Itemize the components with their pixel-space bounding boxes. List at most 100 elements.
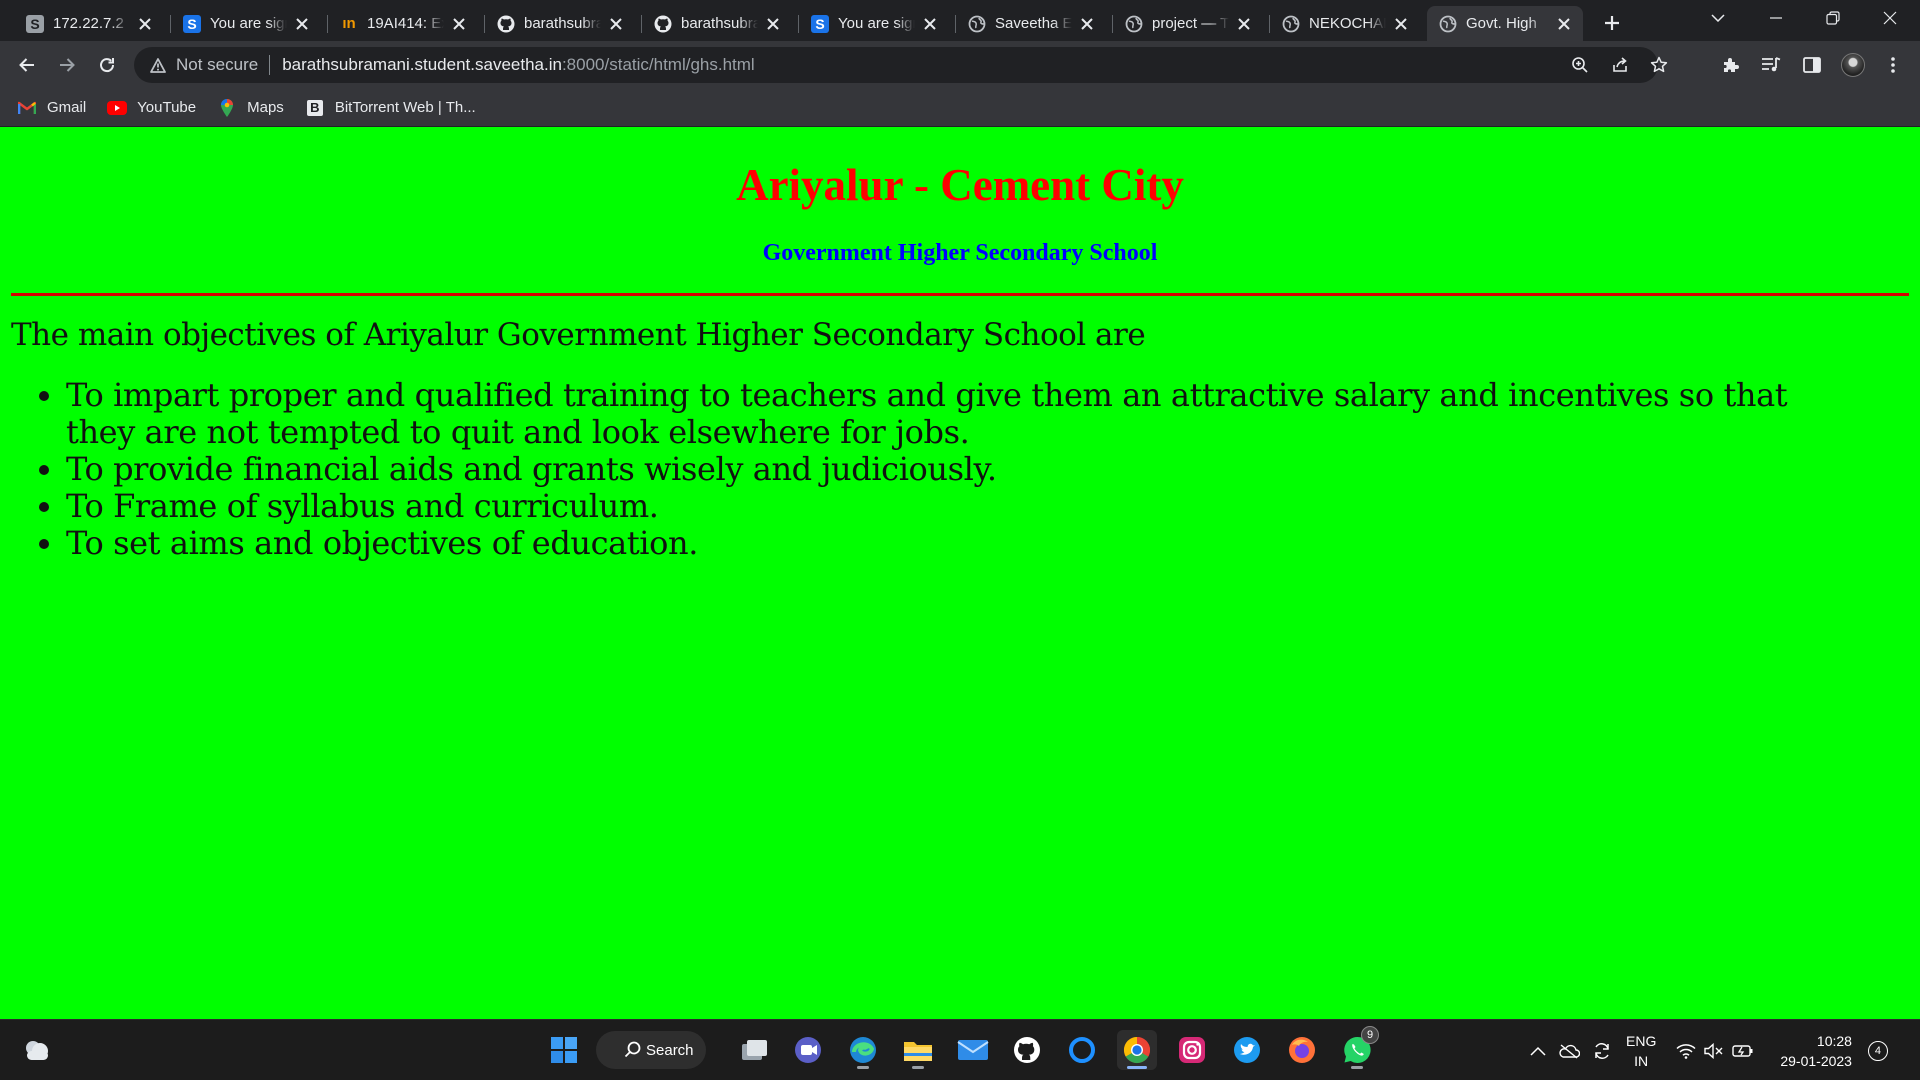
tab-1[interactable]: S 172.22.7.2	[14, 6, 164, 41]
bittorrent-icon: B	[305, 98, 325, 118]
teams-icon	[795, 1037, 821, 1063]
close-icon[interactable]	[1392, 15, 1410, 33]
github-icon	[497, 15, 515, 33]
horizontal-rule	[11, 293, 1909, 296]
cloud-icon	[26, 1041, 48, 1060]
github-desktop-app[interactable]	[1007, 1030, 1047, 1070]
tab-9[interactable]: NEKOCHAN	[1270, 6, 1420, 41]
close-window-button[interactable]	[1862, 0, 1918, 36]
new-tab-button[interactable]	[1598, 9, 1626, 37]
back-button[interactable]	[12, 50, 42, 80]
notification-badge: 9	[1361, 1026, 1379, 1044]
side-panel-button[interactable]	[1797, 50, 1827, 80]
youtube-icon	[107, 98, 128, 118]
share-icon	[1613, 57, 1627, 72]
tab-active[interactable]: Govt. High	[1427, 6, 1583, 41]
tab-6[interactable]: S You are signed in	[799, 6, 949, 41]
close-icon[interactable]	[293, 15, 311, 33]
url-text[interactable]: barathsubramani.student.saveetha.in:8000…	[282, 55, 755, 75]
close-icon[interactable]	[1235, 15, 1253, 33]
weather-widget[interactable]	[16, 1030, 56, 1070]
tab-4[interactable]: barathsubramani	[485, 6, 635, 41]
volume-muted-icon[interactable]	[1704, 1042, 1724, 1059]
wifi-icon[interactable]	[1676, 1043, 1696, 1059]
firefox-app[interactable]	[1282, 1030, 1322, 1070]
bookmark-label: BitTorrent Web | Th...	[334, 99, 476, 116]
globe-icon	[968, 15, 986, 33]
bookmark-gmail[interactable]: Gmail	[17, 98, 86, 118]
globe-icon	[1282, 15, 1300, 33]
extensions-button[interactable]	[1716, 50, 1746, 80]
clock-time: 10:28	[1816, 1032, 1852, 1049]
cortana-app[interactable]	[1062, 1030, 1102, 1070]
close-icon[interactable]	[1078, 15, 1096, 33]
tab-7[interactable]: Saveetha Er	[956, 6, 1106, 41]
arrow-right-icon	[60, 58, 75, 72]
tab-8[interactable]: project — T	[1113, 6, 1263, 41]
close-icon[interactable]	[921, 15, 939, 33]
clock[interactable]: 10:28 29-01-2023	[1780, 1031, 1852, 1071]
zoom-button[interactable]	[1565, 50, 1595, 80]
mail-app[interactable]	[953, 1030, 993, 1070]
tab-5[interactable]: barathsubramani	[642, 6, 792, 41]
bookmark-star-button[interactable]	[1644, 50, 1674, 80]
address-bar[interactable]: Not secure barathsubramani.student.savee…	[134, 47, 1668, 83]
bookmark-maps[interactable]: Maps	[217, 98, 284, 118]
twitter-app[interactable]	[1227, 1030, 1267, 1070]
language-indicator[interactable]: ENG IN	[1626, 1031, 1656, 1071]
firefox-icon	[1289, 1037, 1315, 1063]
sync-icon[interactable]	[1592, 1041, 1612, 1061]
teams-app[interactable]	[788, 1030, 828, 1070]
avatar	[1841, 53, 1865, 77]
language-code: ENG	[1626, 1032, 1657, 1049]
list-item: To Frame of syllabus and curriculum.	[66, 488, 1826, 525]
region-code: IN	[1634, 1052, 1649, 1069]
tab-search-button[interactable]	[1690, 0, 1746, 36]
reload-button[interactable]	[92, 50, 122, 80]
minimize-icon	[1770, 17, 1782, 19]
notification-center-button[interactable]: 4	[1867, 1040, 1888, 1061]
start-button[interactable]	[544, 1030, 584, 1070]
bookmark-youtube[interactable]: YouTube	[107, 98, 196, 118]
restore-button[interactable]	[1805, 0, 1861, 36]
tab-3[interactable]: ın 19AI414: Ex	[328, 6, 478, 41]
tab-2[interactable]: S You are signed in	[171, 6, 321, 41]
whatsapp-app[interactable]: 9	[1337, 1026, 1379, 1070]
battery-icon[interactable]	[1732, 1044, 1754, 1058]
close-icon[interactable]	[136, 15, 154, 33]
close-icon[interactable]	[764, 15, 782, 33]
chrome-app[interactable]	[1117, 1030, 1157, 1070]
more-vert-icon	[1891, 57, 1895, 73]
tab-title: project — T	[1152, 15, 1229, 32]
running-indicator	[912, 1066, 924, 1069]
clock-date: 29-01-2023	[1780, 1052, 1852, 1069]
edge-app[interactable]	[843, 1030, 883, 1070]
omnibox-divider	[269, 55, 271, 75]
page-title: Ariyalur - Cement City	[736, 160, 1184, 210]
media-button[interactable]	[1756, 50, 1786, 80]
security-indicator[interactable]: Not secure	[150, 55, 258, 75]
profile-button[interactable]	[1838, 50, 1868, 80]
bookmark-label: YouTube	[137, 99, 197, 116]
taskbar-search[interactable]: Search	[596, 1031, 706, 1069]
tab-title: 19AI414: Ex	[367, 15, 444, 32]
close-icon[interactable]	[450, 15, 468, 33]
instagram-app[interactable]	[1172, 1030, 1212, 1070]
s-icon: S	[811, 14, 829, 33]
close-icon[interactable]	[607, 15, 625, 33]
tab-strip: S 172.22.7.2 S You are signed in ın 19AI…	[0, 0, 1920, 41]
task-view-button[interactable]	[734, 1030, 774, 1070]
share-button[interactable]	[1605, 50, 1635, 80]
onedrive-icon[interactable]	[1558, 1043, 1580, 1059]
cortana-icon	[1069, 1037, 1095, 1063]
minimize-button[interactable]	[1748, 0, 1804, 36]
menu-button[interactable]	[1878, 50, 1908, 80]
list-item: To provide financial aids and grants wis…	[66, 451, 1826, 488]
forward-button[interactable]	[52, 50, 82, 80]
bookmark-bittorrent[interactable]: B BitTorrent Web | Th...	[305, 98, 476, 118]
chevron-up-icon[interactable]	[1530, 1046, 1546, 1056]
file-explorer-app[interactable]	[898, 1030, 938, 1070]
warning-icon	[150, 57, 166, 73]
star-icon	[1650, 56, 1668, 73]
close-icon[interactable]	[1555, 15, 1573, 33]
